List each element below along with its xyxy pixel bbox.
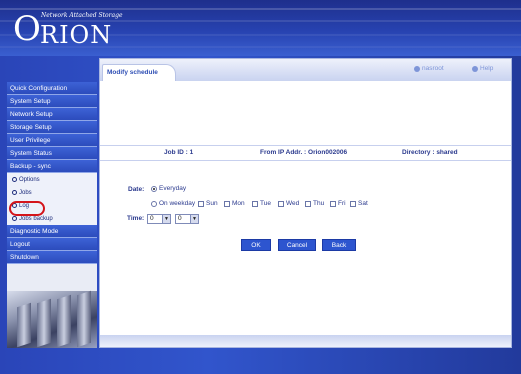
tue-checkbox[interactable] bbox=[252, 200, 258, 207]
weekday-sat[interactable]: Sat bbox=[350, 200, 368, 207]
weekday-wed[interactable]: Wed bbox=[278, 200, 299, 207]
sidebar-item-backup-sync[interactable]: Backup - sync bbox=[7, 160, 97, 173]
directory-label: Directory : shared bbox=[402, 149, 458, 156]
on-weekday-option[interactable]: On weekday bbox=[151, 200, 195, 207]
logo-subtitle: Network Attached Storage bbox=[41, 12, 123, 19]
minute-value: 0 bbox=[178, 215, 182, 222]
time-label: Time: bbox=[127, 215, 145, 222]
fri-checkbox[interactable] bbox=[330, 200, 336, 207]
help-link-label: Help bbox=[480, 65, 494, 72]
job-info-row: Job ID : 1 From IP Addr. : Orion002006 D… bbox=[100, 147, 511, 159]
from-ip-label: From IP Addr. : Orion002006 bbox=[260, 149, 348, 156]
sidebar-item-shutdown[interactable]: Shutdown bbox=[7, 251, 97, 264]
help-link[interactable]: Help bbox=[472, 65, 493, 72]
back-button[interactable]: Back bbox=[322, 239, 356, 251]
user-link[interactable]: nasroot bbox=[414, 65, 444, 72]
weekday-tue[interactable]: Tue bbox=[252, 200, 271, 207]
chevron-down-icon: ▼ bbox=[162, 215, 170, 223]
sidebar-subitem-label: Options bbox=[19, 176, 40, 183]
help-icon bbox=[472, 65, 478, 72]
sidebar-subitem-label: Jobs bbox=[19, 189, 32, 196]
sidebar-item-user-privilege[interactable]: User Privilege bbox=[7, 134, 97, 147]
main-panel: Modify schedule nasroot Help Job ID : 1 … bbox=[99, 58, 512, 348]
app-window: Network Attached Storage O RION Quick Co… bbox=[0, 0, 521, 374]
weekday-thu[interactable]: Thu bbox=[305, 200, 324, 207]
sidebar-subitem-jobs[interactable]: Jobs bbox=[7, 186, 97, 199]
hour-value: 0 bbox=[150, 215, 154, 222]
sidebar-item-logout[interactable]: Logout bbox=[7, 238, 97, 251]
sidebar-item-quick-configuration[interactable]: Quick Configuration bbox=[7, 82, 97, 95]
bullet-icon bbox=[12, 177, 17, 182]
sidebar-subitem-label: Jobs backup bbox=[19, 215, 53, 222]
wed-checkbox[interactable] bbox=[278, 200, 284, 207]
sidebar-item-system-setup[interactable]: System Setup bbox=[7, 95, 97, 108]
day-label: Tue bbox=[260, 200, 271, 207]
bullet-icon bbox=[12, 190, 17, 195]
logo-text: RION bbox=[40, 21, 113, 49]
bullet-icon bbox=[12, 216, 17, 221]
day-label: Fri bbox=[338, 200, 346, 207]
logo-letter-o: O bbox=[13, 9, 41, 49]
ok-button[interactable]: OK bbox=[241, 239, 271, 251]
thu-checkbox[interactable] bbox=[305, 200, 311, 207]
day-label: Sun bbox=[206, 200, 218, 207]
user-icon bbox=[414, 65, 420, 72]
weekday-sun[interactable]: Sun bbox=[198, 200, 218, 207]
day-label: Wed bbox=[286, 200, 300, 207]
sidebar-item-diagnostic-mode[interactable]: Diagnostic Mode bbox=[7, 225, 97, 238]
chevron-down-icon: ▼ bbox=[190, 215, 198, 223]
cancel-button[interactable]: Cancel bbox=[278, 239, 316, 251]
everyday-label: Everyday bbox=[159, 185, 187, 192]
sidebar-subitem-options[interactable]: Options bbox=[7, 173, 97, 186]
sun-checkbox[interactable] bbox=[198, 200, 204, 207]
mon-checkbox[interactable] bbox=[224, 200, 230, 207]
hour-select[interactable]: 0 ▼ bbox=[147, 214, 171, 224]
sidebar: Quick Configuration System Setup Network… bbox=[7, 82, 97, 348]
sidebar-item-network-setup[interactable]: Network Setup bbox=[7, 108, 97, 121]
sat-checkbox[interactable] bbox=[350, 200, 356, 207]
day-label: Sat bbox=[358, 200, 368, 207]
day-label: Mon bbox=[232, 200, 245, 207]
panel-topbar: Modify schedule nasroot Help bbox=[100, 59, 511, 81]
everyday-radio[interactable] bbox=[151, 185, 157, 192]
divider bbox=[100, 160, 511, 161]
sidebar-item-system-status[interactable]: System Status bbox=[7, 147, 97, 160]
highlight-circle bbox=[9, 201, 45, 216]
on-weekday-radio[interactable] bbox=[151, 200, 157, 207]
everyday-option[interactable]: Everyday bbox=[151, 185, 186, 192]
server-rack-image bbox=[7, 290, 97, 348]
tab-modify-schedule[interactable]: Modify schedule bbox=[102, 64, 176, 81]
job-id-label: Job ID : 1 bbox=[164, 149, 194, 156]
date-label: Date: bbox=[128, 186, 145, 193]
sidebar-item-storage-setup[interactable]: Storage Setup bbox=[7, 121, 97, 134]
panel-bottombar bbox=[100, 335, 511, 347]
header-banner: Network Attached Storage O RION bbox=[0, 0, 521, 56]
weekday-fri[interactable]: Fri bbox=[330, 200, 346, 207]
divider bbox=[100, 145, 511, 146]
user-link-label: nasroot bbox=[422, 65, 444, 72]
minute-select[interactable]: 0 ▼ bbox=[175, 214, 199, 224]
on-weekday-label: On weekday bbox=[159, 200, 196, 207]
weekday-mon[interactable]: Mon bbox=[224, 200, 245, 207]
day-label: Thu bbox=[313, 200, 325, 207]
